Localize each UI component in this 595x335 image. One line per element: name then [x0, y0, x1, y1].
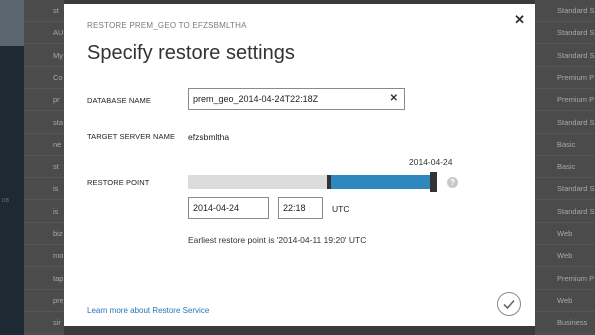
portal-list-row[interactable]: sta [53, 118, 63, 127]
database-name-value: prem_geo_2014-04-24T22:18Z [193, 94, 319, 104]
restore-time-input[interactable]: 22:18 [278, 197, 323, 219]
portal-edition-cell: Web [557, 251, 573, 261]
portal-edition-cell: Web [557, 295, 573, 305]
row-divider [535, 65, 595, 67]
slider-start-marker [327, 175, 331, 189]
restore-point-slider[interactable] [188, 175, 432, 189]
earliest-restore-note: Earliest restore point is '2014-04-11 19… [188, 235, 367, 245]
portal-nav-label: DB [2, 198, 9, 204]
row-divider [24, 199, 64, 201]
row-divider [535, 288, 595, 290]
slider-thumb[interactable] [430, 172, 437, 192]
restore-point-label: RESTORE POINT [87, 178, 150, 187]
portal-list-row[interactable]: is [53, 207, 63, 216]
dialog-title: Specify restore settings [87, 42, 295, 64]
clear-icon[interactable]: ✕ [390, 93, 398, 104]
portal-list-row[interactable]: mo [53, 251, 63, 260]
portal-list-row[interactable]: st [53, 162, 63, 171]
portal-edition-cell: Basic [557, 139, 576, 149]
row-divider [24, 266, 64, 268]
row-divider [24, 43, 64, 45]
portal-edition-cell: Standard S [557, 6, 595, 15]
row-divider [24, 132, 64, 134]
row-divider [535, 154, 595, 156]
database-name-label: DATABASE NAME [87, 96, 151, 105]
portal-nav-selected-item[interactable] [0, 0, 24, 46]
portal-edition-cell: Web [557, 229, 573, 238]
row-divider [24, 21, 64, 22]
row-divider [535, 244, 595, 245]
slider-date-label: 2014-04-24 [409, 157, 453, 167]
portal-edition-column: Standard S Standard S Standard S Premium P P… [535, 0, 595, 335]
row-divider [24, 310, 64, 312]
row-divider [535, 132, 595, 134]
portal-edition-cell: Basic [557, 162, 576, 172]
portal-list-row[interactable]: AU [53, 28, 63, 37]
row-divider [24, 244, 64, 245]
row-divider [24, 177, 64, 179]
restore-time-value: 22:18 [283, 203, 306, 213]
portal-list-row[interactable]: ne [53, 140, 63, 149]
portal-edition-cell: Standard S [557, 50, 595, 60]
target-server-label: TARGET SERVER NAME [87, 132, 176, 141]
timezone-label: UTC [332, 204, 350, 214]
row-divider [535, 43, 595, 45]
portal-edition-cell: Premium P [557, 95, 595, 105]
portal-edition-cell: Standard S [557, 184, 595, 194]
row-divider [535, 110, 595, 112]
target-server-value: efzsbmltha [188, 132, 230, 142]
restore-date-value: 2014-04-24 [193, 203, 240, 213]
portal-edition-cell: Business [557, 318, 588, 328]
row-divider [535, 21, 595, 22]
learn-more-link[interactable]: Learn more about Restore Service [87, 306, 209, 315]
database-name-input[interactable]: prem_geo_2014-04-24T22:18Z ✕ [188, 88, 405, 110]
close-icon[interactable]: ✕ [514, 12, 525, 28]
row-divider [535, 266, 595, 268]
portal-database-list: st AU My Co pr sta ne st is is biz mo tap pre sir [24, 0, 64, 335]
row-divider [535, 87, 595, 89]
portal-list-row[interactable]: My [53, 51, 63, 60]
restore-date-input[interactable]: 2014-04-24 [188, 197, 269, 219]
portal-list-row[interactable]: st [53, 6, 63, 15]
row-divider [24, 333, 64, 335]
portal-list-row[interactable]: pre [53, 296, 63, 305]
slider-fill [330, 175, 432, 189]
dialog-subtitle: RESTORE PREM_GEO TO EFZSBMLTHA [87, 21, 247, 30]
portal-edition-cell: Standard S [557, 117, 595, 127]
portal-edition-cell: Standard S [557, 28, 595, 38]
row-divider [535, 199, 595, 201]
row-divider [24, 221, 64, 223]
row-divider [24, 110, 64, 112]
row-divider [24, 87, 64, 89]
row-divider [24, 288, 64, 290]
portal-edition-cell: Premium P [557, 72, 595, 82]
portal-list-row[interactable]: Co [53, 73, 63, 82]
ok-button[interactable] [497, 292, 521, 316]
row-divider [24, 154, 64, 156]
row-divider [24, 65, 64, 67]
restore-dialog: ✕ RESTORE PREM_GEO TO EFZSBMLTHA Specify… [64, 4, 535, 326]
checkmark-icon [503, 299, 515, 310]
row-divider [535, 310, 595, 312]
portal-list-row[interactable]: biz [53, 229, 63, 238]
portal-edition-cell: Premium P [557, 273, 595, 283]
help-icon[interactable]: ? [447, 177, 458, 188]
row-divider [535, 221, 595, 223]
portal-left-nav: DB [0, 0, 24, 335]
portal-list-row[interactable]: is [53, 184, 63, 193]
row-divider [535, 177, 595, 179]
portal-list-row[interactable]: tap [53, 274, 63, 283]
portal-edition-cell: Standard S [557, 206, 595, 216]
portal-list-row[interactable]: pr [53, 95, 63, 104]
portal-list-row[interactable]: sir [53, 318, 63, 327]
row-divider [535, 333, 595, 335]
